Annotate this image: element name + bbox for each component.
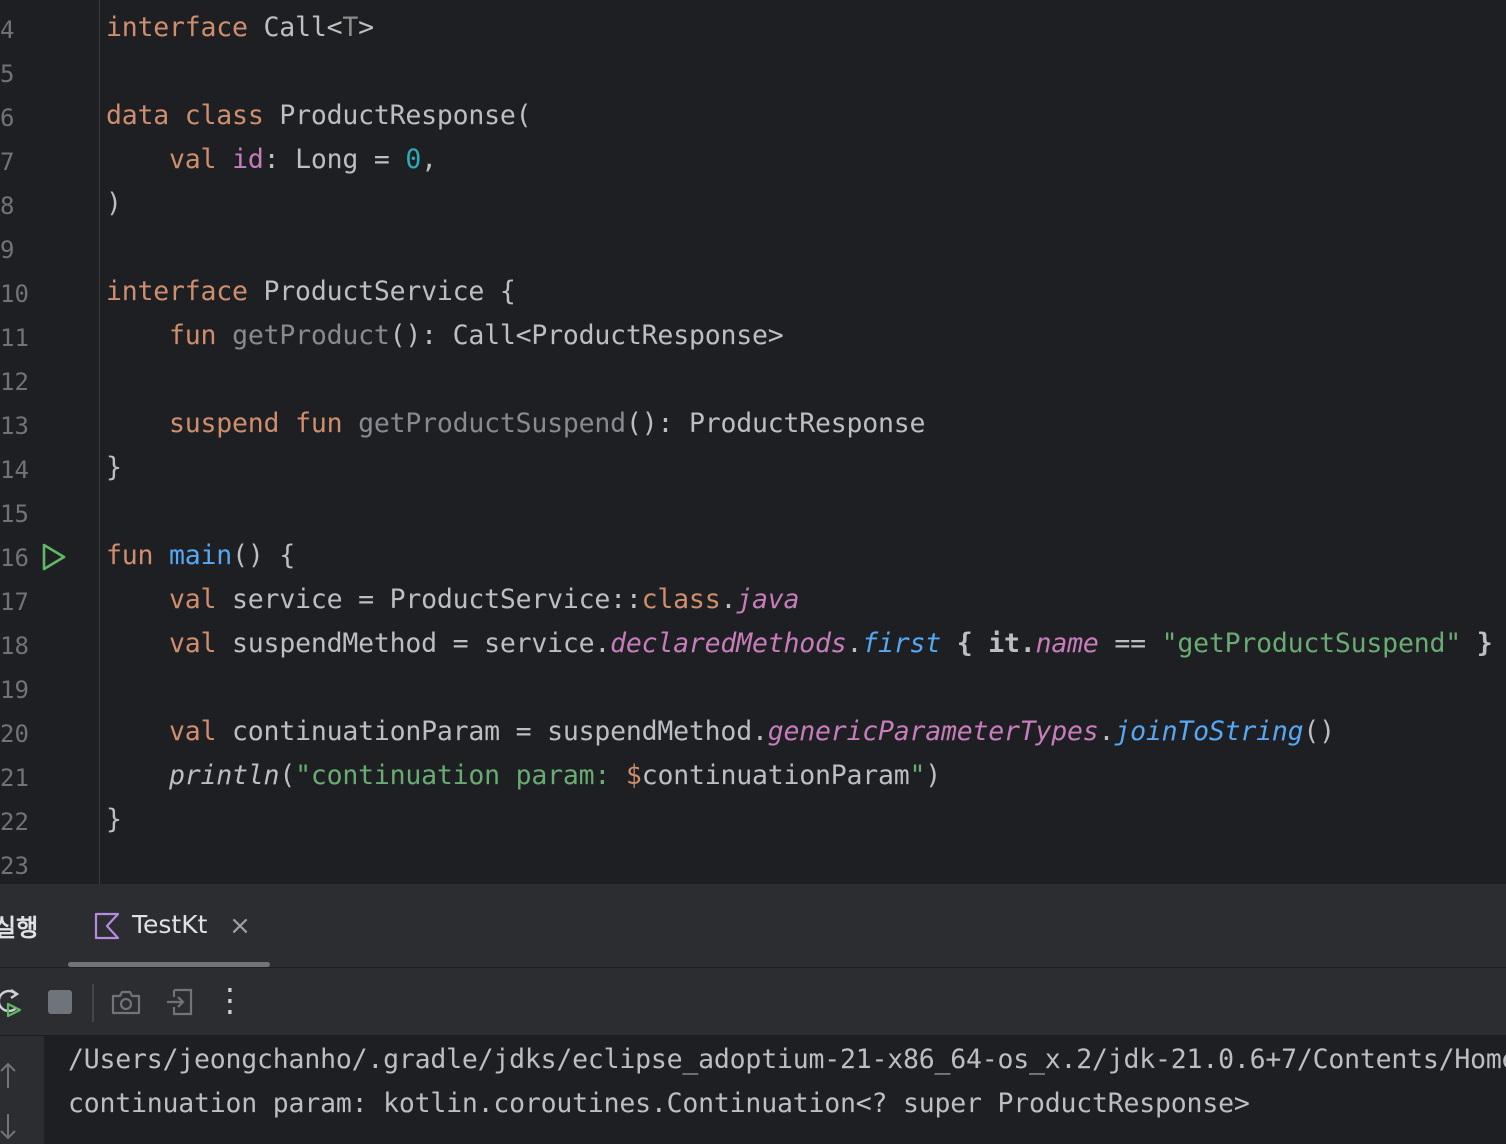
scroll-up-icon[interactable] — [0, 1060, 20, 1090]
active-tab-indicator — [68, 962, 270, 967]
console-side-toolbar — [0, 1036, 44, 1144]
line-number: 19 — [0, 676, 29, 704]
toolbar-separator — [92, 984, 94, 1022]
line-number: 16 — [0, 544, 29, 572]
line-number: 6 — [0, 104, 15, 132]
line-number: 23 — [0, 852, 29, 880]
line-number: 18 — [0, 632, 29, 660]
line-number: 7 — [0, 148, 15, 176]
kotlin-file-icon — [94, 912, 120, 940]
console-output[interactable]: /Users/jeongchanho/.gradle/jdks/eclipse_… — [0, 1036, 1506, 1144]
code-line-18: val suspendMethod = service.declaredMeth… — [169, 628, 1493, 659]
code-line-6: data class ProductResponse( — [106, 100, 532, 131]
line-number: 14 — [0, 456, 29, 484]
line-number: 10 — [0, 280, 29, 308]
line-number: 4 — [0, 16, 15, 44]
line-number: 21 — [0, 764, 29, 792]
console-line: continuation param: kotlin.coroutines.Co… — [68, 1088, 1250, 1119]
code-line-17: val service = ProductService::class.java — [169, 584, 800, 615]
line-number: 11 — [0, 324, 29, 352]
stop-icon[interactable] — [44, 986, 76, 1018]
code-line-4: interface Call<T> — [106, 12, 374, 43]
code-line-14: } — [106, 452, 122, 483]
line-number: 5 — [0, 60, 15, 88]
code-line-11: fun getProduct(): Call<ProductResponse> — [169, 320, 784, 351]
line-number: 12 — [0, 368, 29, 396]
run-tab-bar: 실행 TestKt × — [0, 884, 1506, 968]
line-number: 20 — [0, 720, 29, 748]
code-line-13: suspend fun getProductSuspend(): Product… — [169, 408, 926, 439]
run-toolbar: ⋮ — [0, 968, 1506, 1036]
line-number: 8 — [0, 192, 15, 220]
line-number-gutter: 4 5 6 7 8 9 10 11 12 13 14 15 16 17 18 1… — [0, 0, 100, 884]
rerun-icon[interactable] — [0, 986, 26, 1018]
line-number: 17 — [0, 588, 29, 616]
run-tool-window: 실행 TestKt × ⋮ /Users/jeongchanho/.gradle… — [0, 884, 1506, 1144]
camera-icon[interactable] — [110, 986, 142, 1018]
code-editor[interactable]: 4 5 6 7 8 9 10 11 12 13 14 15 16 17 18 1… — [0, 0, 1506, 884]
tab-label: TestKt — [132, 910, 208, 939]
run-panel-title: 실행 — [0, 914, 39, 942]
line-number: 22 — [0, 808, 29, 836]
exit-icon[interactable] — [164, 986, 196, 1018]
scroll-down-icon[interactable] — [0, 1112, 20, 1142]
code-line-8: ) — [106, 188, 122, 219]
line-number: 13 — [0, 412, 29, 440]
line-number: 9 — [0, 236, 15, 264]
line-number: 15 — [0, 500, 29, 528]
close-icon[interactable]: × — [228, 913, 252, 939]
console-line: /Users/jeongchanho/.gradle/jdks/eclipse_… — [68, 1044, 1506, 1075]
tab-testkt[interactable]: TestKt × — [68, 884, 270, 968]
run-main-icon[interactable] — [40, 542, 68, 572]
code-line-16: fun main() { — [106, 540, 296, 571]
code-line-22: } — [106, 804, 122, 835]
code-line-20: val continuationParam = suspendMethod.ge… — [169, 716, 1335, 747]
code-area[interactable]: interface Call<T> data class ProductResp… — [106, 0, 1506, 884]
more-icon[interactable]: ⋮ — [214, 980, 246, 1019]
code-line-7: val id: Long = 0, — [169, 144, 437, 175]
code-line-10: interface ProductService { — [106, 276, 516, 307]
code-line-21: println("continuation param: $continuati… — [169, 760, 942, 791]
